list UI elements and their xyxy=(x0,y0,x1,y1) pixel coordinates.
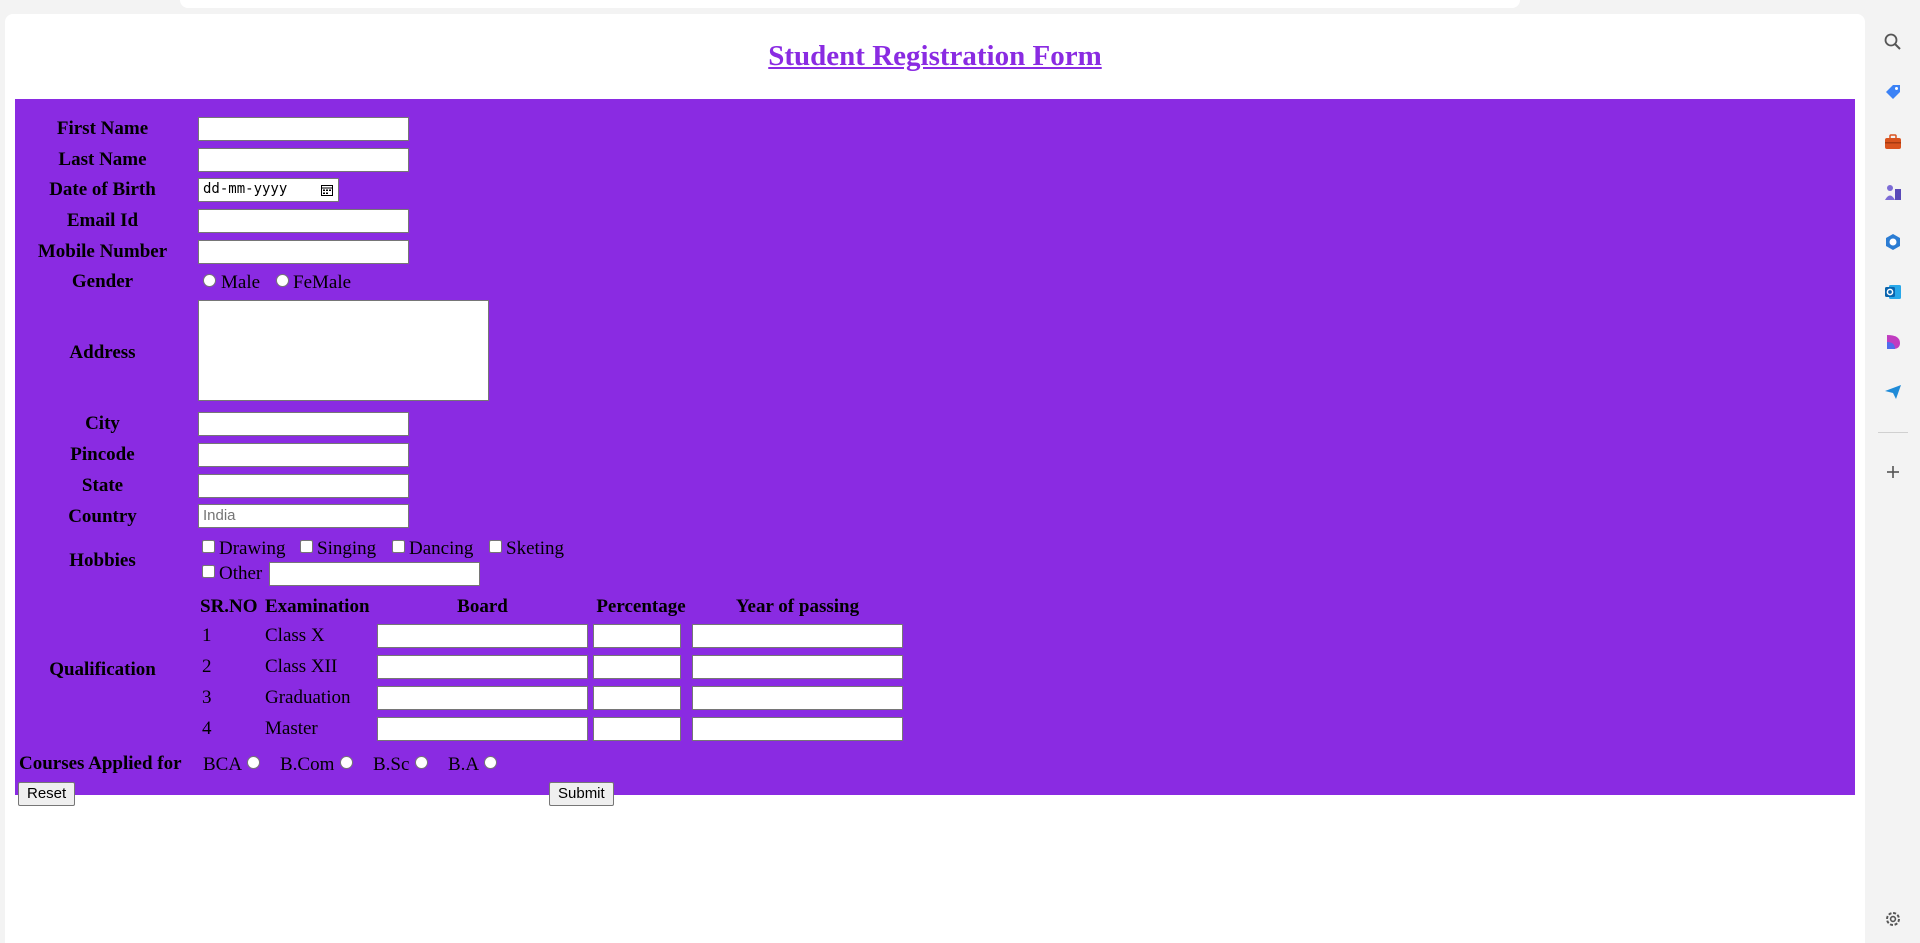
qual-row-srno: 1 xyxy=(202,625,212,646)
hobby-dancing-checkbox[interactable] xyxy=(392,540,405,553)
gender-female-radio[interactable] xyxy=(276,274,289,287)
address-textarea[interactable] xyxy=(198,300,489,401)
sidebar-divider xyxy=(1878,432,1908,433)
dob-placeholder: dd-mm-yyyy xyxy=(203,181,288,197)
state-input[interactable] xyxy=(198,474,409,498)
qual-year-input[interactable] xyxy=(692,717,903,741)
hobby-dancing-label: Dancing xyxy=(409,538,474,559)
calendar-icon[interactable] xyxy=(321,184,333,196)
country-input[interactable]: India xyxy=(198,504,409,528)
dob-input[interactable]: dd-mm-yyyy xyxy=(198,178,339,202)
qual-row-exam: Master xyxy=(265,718,318,739)
tag-icon[interactable] xyxy=(1883,82,1903,102)
qual-row-srno: 2 xyxy=(202,656,212,677)
course-ba-radio[interactable] xyxy=(484,756,497,769)
email-label: Email Id xyxy=(66,210,139,231)
gender-label: Gender xyxy=(71,271,134,292)
hobby-sketing-checkbox[interactable] xyxy=(489,540,502,553)
hobby-other-label: Other xyxy=(219,563,263,584)
course-bsc-radio[interactable] xyxy=(415,756,428,769)
reset-button[interactable]: Reset xyxy=(18,782,76,806)
course-bcom-label: B.Com xyxy=(280,754,335,775)
qual-header-board: Board xyxy=(457,596,508,617)
email-input[interactable] xyxy=(198,209,409,233)
hobby-other-input[interactable] xyxy=(269,562,480,586)
gender-male-radio[interactable] xyxy=(203,274,216,287)
mobile-input[interactable] xyxy=(198,240,409,264)
briefcase-icon[interactable] xyxy=(1883,132,1903,152)
copilot-icon[interactable] xyxy=(1883,232,1903,252)
search-icon[interactable] xyxy=(1883,32,1903,52)
plus-icon[interactable] xyxy=(1883,462,1903,482)
edge-sidebar xyxy=(1866,0,1920,943)
qual-board-input[interactable] xyxy=(377,624,588,648)
hobby-drawing-label: Drawing xyxy=(219,538,286,559)
first-name-label: First Name xyxy=(56,118,149,139)
last-name-label: Last Name xyxy=(58,149,147,170)
qual-percentage-input[interactable] xyxy=(593,717,681,741)
qual-year-input[interactable] xyxy=(692,686,903,710)
hobby-other-checkbox[interactable] xyxy=(202,565,215,578)
qual-header-year: Year of passing xyxy=(735,596,860,617)
qual-row-exam: Graduation xyxy=(265,687,351,708)
hobby-singing-label: Singing xyxy=(317,538,377,559)
qualification-label: Qualification xyxy=(49,659,156,680)
pincode-label: Pincode xyxy=(70,444,135,465)
course-bcom-radio[interactable] xyxy=(340,756,353,769)
qual-header-exam: Examination xyxy=(265,596,370,617)
course-ba-label: B.A xyxy=(448,754,480,775)
city-label: City xyxy=(85,413,120,434)
mobile-label: Mobile Number xyxy=(37,241,168,262)
submit-button[interactable]: Submit xyxy=(549,782,614,806)
qual-board-input[interactable] xyxy=(377,655,588,679)
pincode-input[interactable] xyxy=(198,443,409,467)
courses-label: Courses Applied for xyxy=(19,753,182,774)
qual-board-input[interactable] xyxy=(377,686,588,710)
first-name-input[interactable] xyxy=(198,117,409,141)
gender-female-label: FeMale xyxy=(293,272,352,293)
qual-row-exam: Class XII xyxy=(265,656,338,677)
hobbies-label: Hobbies xyxy=(69,550,136,571)
qual-board-input[interactable] xyxy=(377,717,588,741)
qual-row-srno: 4 xyxy=(202,718,212,739)
qual-header-srno: SR.NO xyxy=(200,596,258,617)
address-bar[interactable] xyxy=(180,0,1520,8)
last-name-input[interactable] xyxy=(198,148,409,172)
city-input[interactable] xyxy=(198,412,409,436)
qual-row-srno: 3 xyxy=(202,687,212,708)
course-bsc-label: B.Sc xyxy=(373,754,410,775)
hobby-singing-checkbox[interactable] xyxy=(300,540,313,553)
page-title: Student Registration Form xyxy=(768,40,1102,72)
state-label: State xyxy=(81,475,124,496)
send-icon[interactable] xyxy=(1883,382,1903,402)
course-bca-label: BCA xyxy=(203,754,243,775)
country-label: Country xyxy=(68,506,137,527)
course-bca-radio[interactable] xyxy=(247,756,260,769)
qual-row-exam: Class X xyxy=(265,625,325,646)
settings-icon[interactable] xyxy=(1883,909,1903,929)
outlook-icon[interactable] xyxy=(1883,282,1903,302)
qual-year-input[interactable] xyxy=(692,624,903,648)
qual-percentage-input[interactable] xyxy=(593,655,681,679)
chess-icon[interactable] xyxy=(1883,182,1903,202)
hobby-sketing-label: Sketing xyxy=(506,538,565,559)
qual-percentage-input[interactable] xyxy=(593,624,681,648)
qual-header-percentage: Percentage xyxy=(596,596,686,617)
address-label: Address xyxy=(69,342,136,363)
designer-icon[interactable] xyxy=(1883,332,1903,352)
browser-toolbar xyxy=(0,0,1864,14)
qual-percentage-input[interactable] xyxy=(593,686,681,710)
qual-year-input[interactable] xyxy=(692,655,903,679)
hobby-drawing-checkbox[interactable] xyxy=(202,540,215,553)
registration-form: First Name Last Name Date of Birth dd-mm… xyxy=(15,99,1855,806)
gender-male-label: Male xyxy=(221,272,261,293)
dob-label: Date of Birth xyxy=(49,179,156,200)
page-content: Student Registration Form First Name Las… xyxy=(5,14,1865,943)
